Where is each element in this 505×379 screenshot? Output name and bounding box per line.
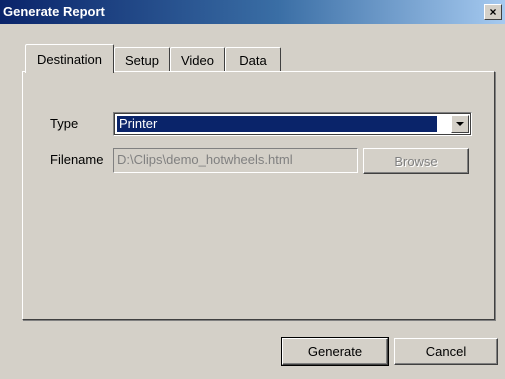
close-button[interactable]: × (484, 4, 502, 20)
type-label: Type (50, 116, 79, 131)
tab-destination[interactable]: Destination (25, 44, 114, 73)
tab-panel-destination (22, 71, 495, 320)
cancel-button-label: Cancel (425, 344, 467, 359)
tab-video[interactable]: Video (170, 47, 225, 73)
tab-setup-label: Setup (125, 53, 159, 68)
browse-button[interactable]: Browse (363, 148, 469, 174)
filename-field[interactable]: D:\Clips\demo_hotwheels.html (113, 148, 358, 173)
type-select[interactable]: Printer (113, 112, 472, 136)
filename-label: Filename (50, 152, 104, 167)
tab-setup[interactable]: Setup (114, 47, 170, 73)
type-dropdown-button[interactable] (451, 115, 469, 133)
tab-data[interactable]: Data (225, 47, 281, 73)
generate-button-label: Generate (307, 344, 363, 359)
generate-button[interactable]: Generate (281, 337, 389, 366)
chevron-down-icon (456, 122, 464, 126)
tab-video-label: Video (180, 53, 214, 68)
tab-data-label: Data (239, 53, 267, 68)
type-selected-value: Printer (117, 116, 437, 132)
close-icon: × (489, 5, 497, 19)
tab-destination-label: Destination (36, 51, 103, 67)
title-bar: Generate Report × (0, 0, 505, 24)
window-title: Generate Report (3, 4, 105, 19)
browse-button-label: Browse (394, 153, 438, 169)
cancel-button[interactable]: Cancel (394, 338, 498, 365)
